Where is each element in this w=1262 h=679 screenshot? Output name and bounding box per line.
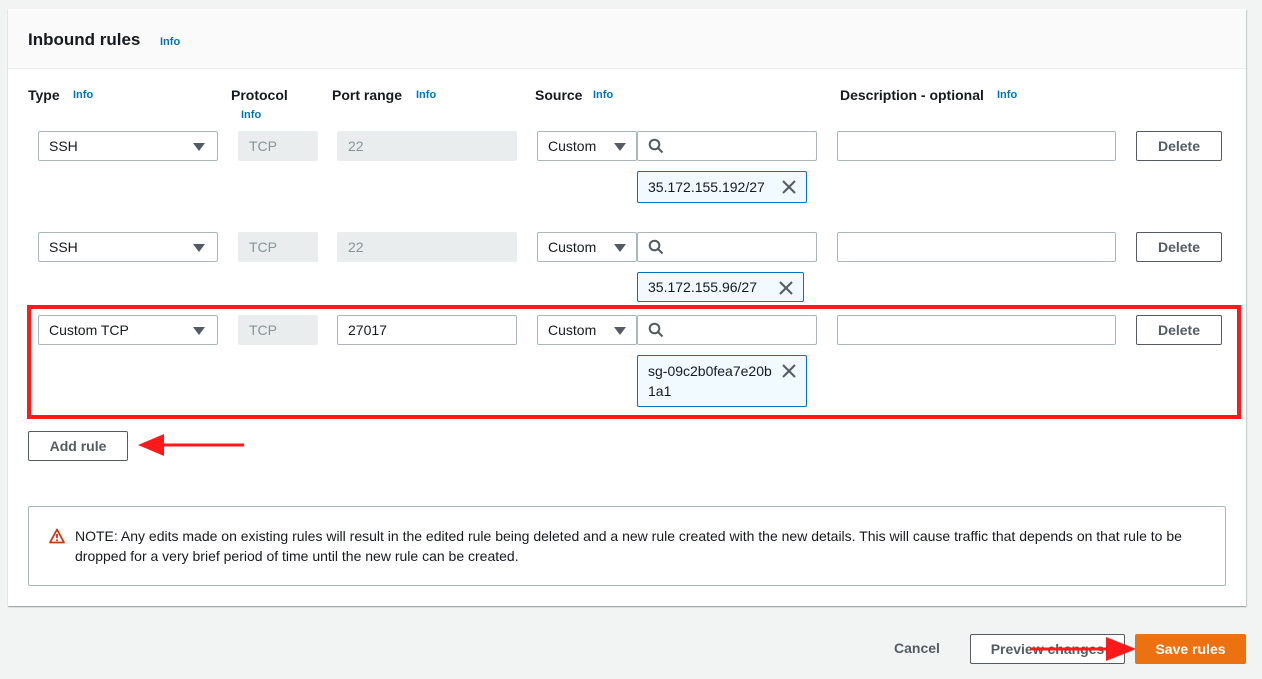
source-search-input[interactable] <box>637 131 817 161</box>
port-range-field: 22 <box>337 131 517 161</box>
type-select-value: SSH <box>49 138 78 154</box>
protocol-value: TCP <box>249 138 277 154</box>
description-info-link[interactable]: Info <box>997 89 1017 101</box>
port-range-value: 22 <box>348 138 364 154</box>
column-header-port-range: Port range <box>332 87 403 103</box>
source-token: sg-09c2b0fea7e20b1a1 <box>637 355 807 407</box>
note-text: NOTE: Any edits made on existing rules w… <box>75 528 1182 564</box>
protocol-field: TCP <box>238 232 318 262</box>
caret-down-icon <box>614 143 626 151</box>
search-icon <box>648 322 664 338</box>
caret-down-icon <box>614 244 626 252</box>
source-search-input[interactable] <box>637 315 817 345</box>
column-header-type: Type <box>28 87 60 103</box>
close-icon[interactable] <box>782 180 796 194</box>
warning-note: NOTE: Any edits made on existing rules w… <box>28 506 1226 586</box>
port-range-value: 22 <box>348 239 364 255</box>
search-icon <box>648 138 664 154</box>
close-icon[interactable] <box>779 281 793 295</box>
column-header-protocol: Protocol <box>231 87 288 103</box>
source-type-select[interactable]: Custom <box>537 232 637 262</box>
source-token: 35.172.155.192/27 <box>637 171 807 203</box>
protocol-field: TCP <box>238 315 318 345</box>
source-token: 35.172.155.96/27 <box>637 272 804 302</box>
source-type-select[interactable]: Custom <box>537 131 637 161</box>
column-header-source: Source <box>535 87 583 103</box>
warning-icon <box>49 528 65 544</box>
caret-down-icon <box>614 327 626 335</box>
type-select[interactable]: SSH <box>38 131 218 161</box>
title-info-link[interactable]: Info <box>160 36 180 48</box>
protocol-value: TCP <box>249 239 277 255</box>
port-range-info-link[interactable]: Info <box>416 89 436 101</box>
column-header-description: Description - optional <box>840 87 984 103</box>
source-token-label: sg-09c2b0fea7e20b1a1 <box>648 363 772 399</box>
port-range-value: 27017 <box>348 322 387 338</box>
type-select[interactable]: Custom TCP <box>38 315 218 345</box>
cancel-button[interactable]: Cancel <box>894 640 940 656</box>
search-icon <box>648 239 664 255</box>
source-type-value: Custom <box>548 138 597 154</box>
type-select[interactable]: SSH <box>38 232 218 262</box>
port-range-field: 22 <box>337 232 517 262</box>
caret-down-icon <box>193 143 205 151</box>
description-input[interactable] <box>837 232 1116 262</box>
port-range-input[interactable]: 27017 <box>337 315 517 345</box>
source-search-input[interactable] <box>637 232 817 262</box>
type-select-value: Custom TCP <box>49 322 129 338</box>
source-token-label: 35.172.155.192/27 <box>648 179 765 195</box>
panel-header: Inbound rules Info <box>8 9 1246 69</box>
description-input[interactable] <box>837 131 1116 161</box>
description-input[interactable] <box>837 315 1116 345</box>
protocol-value: TCP <box>249 322 277 338</box>
add-rule-button[interactable]: Add rule <box>28 431 128 461</box>
source-type-value: Custom <box>548 322 597 338</box>
preview-changes-button[interactable]: Preview changes <box>970 634 1125 664</box>
delete-button[interactable]: Delete <box>1136 232 1222 262</box>
save-rules-button[interactable]: Save rules <box>1135 634 1246 664</box>
source-type-value: Custom <box>548 239 597 255</box>
delete-button[interactable]: Delete <box>1136 131 1222 161</box>
close-icon[interactable] <box>782 364 796 378</box>
delete-button[interactable]: Delete <box>1136 315 1222 345</box>
protocol-field: TCP <box>238 131 318 161</box>
protocol-info-link[interactable]: Info <box>241 109 261 121</box>
caret-down-icon <box>193 327 205 335</box>
page-title: Inbound rules <box>28 30 141 49</box>
type-select-value: SSH <box>49 239 78 255</box>
type-info-link[interactable]: Info <box>73 89 93 101</box>
source-type-select[interactable]: Custom <box>537 315 637 345</box>
source-token-label: 35.172.155.96/27 <box>648 279 757 295</box>
source-info-link[interactable]: Info <box>593 89 613 101</box>
caret-down-icon <box>193 244 205 252</box>
